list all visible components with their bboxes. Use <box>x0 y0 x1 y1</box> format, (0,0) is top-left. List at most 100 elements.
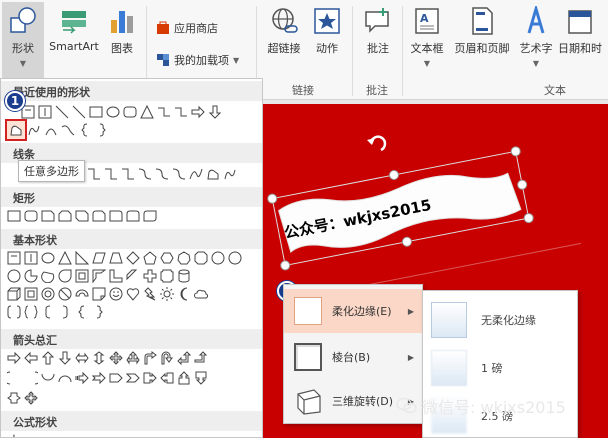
snip-round-rect-icon[interactable] <box>92 209 106 223</box>
scribble-line-icon[interactable] <box>223 167 237 181</box>
double-bracket-icon[interactable] <box>7 305 21 319</box>
triangle-basic-icon[interactable] <box>58 251 72 265</box>
hyperlink-button[interactable]: 超链接 <box>262 6 306 56</box>
sun-icon[interactable] <box>160 287 174 301</box>
plaque-icon[interactable] <box>160 269 174 283</box>
my-addins-button[interactable]: 我的加载项 ▼ <box>156 52 239 68</box>
arrow-left-right-up-icon[interactable] <box>126 351 140 365</box>
textbox-basic-icon[interactable] <box>7 251 21 265</box>
callout-left-arrow-icon[interactable] <box>160 371 174 385</box>
chart-button[interactable]: 图表 <box>104 6 140 56</box>
curved-double-arrow-icon[interactable] <box>172 167 186 181</box>
half-frame-icon[interactable] <box>92 269 106 283</box>
rectangle-shape-icon[interactable] <box>89 105 103 119</box>
arrow-right-icon[interactable] <box>7 351 21 365</box>
round-diagonal-rect-icon[interactable] <box>143 209 157 223</box>
cube-icon[interactable] <box>7 287 21 301</box>
chevron-arrow-icon[interactable] <box>126 371 140 385</box>
cross-icon[interactable] <box>143 269 157 283</box>
soft-edges-menu-item[interactable]: 柔化边缘(E) ▶ <box>284 289 422 333</box>
callout-quad-arrow-icon[interactable] <box>24 391 38 405</box>
snip-same-side-rect-icon[interactable] <box>58 209 72 223</box>
down-arrow-shape-icon[interactable] <box>208 105 222 119</box>
diamond-icon[interactable] <box>126 251 140 265</box>
bevel-menu-item[interactable]: 棱台(B) ▶ <box>284 335 422 379</box>
plus-sign-icon[interactable]: + <box>7 433 21 438</box>
arrow-up-icon[interactable] <box>41 351 55 365</box>
datetime-button[interactable]: 日期和时 <box>558 6 608 56</box>
diagonal-stripe-icon[interactable] <box>126 269 140 283</box>
callout-down-arrow-icon[interactable] <box>194 371 208 385</box>
arrow-line-shape-icon[interactable] <box>72 105 86 119</box>
arrow-curved-right-icon[interactable] <box>7 371 21 385</box>
arrow-up-down-icon[interactable] <box>92 351 106 365</box>
comment-button[interactable]: 批注 <box>358 6 398 56</box>
left-brace-shape-icon[interactable] <box>78 123 92 137</box>
cloud-icon[interactable] <box>194 287 208 301</box>
elbow-connector-shape-icon[interactable] <box>157 105 171 119</box>
action-button[interactable]: 动作 <box>308 6 346 56</box>
double-brace-icon[interactable] <box>24 305 38 319</box>
donut-icon[interactable] <box>41 287 55 301</box>
hexagon-icon[interactable] <box>160 251 174 265</box>
freeform-polygon-button[interactable] <box>5 119 27 141</box>
vertical-textbox-basic-icon[interactable] <box>24 251 38 265</box>
curved-connector-icon[interactable] <box>138 167 152 181</box>
curve-shape-icon[interactable] <box>61 123 75 137</box>
dodecagon-number-icon[interactable] <box>7 269 21 283</box>
arrow-striped-right-icon[interactable] <box>75 371 89 385</box>
folded-corner-icon[interactable] <box>92 287 106 301</box>
elbow-arrow-shape-icon[interactable] <box>174 105 188 119</box>
smartart-button[interactable]: SmartArt <box>46 6 102 53</box>
pentagon-arrow-icon[interactable] <box>109 371 123 385</box>
no-symbol-icon[interactable] <box>58 287 72 301</box>
rect-icon[interactable] <box>7 209 21 223</box>
freeform-scribble-shape-icon[interactable] <box>27 123 41 137</box>
curved-arrow-connector-icon[interactable] <box>155 167 169 181</box>
dodecagon-icon[interactable] <box>228 251 242 265</box>
textbox-button[interactable]: A 文本框 ▼ <box>406 6 448 69</box>
arrow-u-turn-icon[interactable] <box>160 351 174 365</box>
elbow-double-arrow-icon[interactable] <box>121 167 135 181</box>
header-footer-button[interactable]: 页眉和页脚 <box>450 6 514 56</box>
callout-right-arrow-icon[interactable] <box>143 371 157 385</box>
oval-basic-icon[interactable] <box>41 251 55 265</box>
heart-icon[interactable] <box>126 287 140 301</box>
arrow-quad-icon[interactable] <box>109 351 123 365</box>
round-same-side-rect-icon[interactable] <box>126 209 140 223</box>
arrow-curved-up-icon[interactable] <box>41 371 55 385</box>
arrow-bent-up-icon[interactable] <box>194 351 208 365</box>
arrow-curved-down-icon[interactable] <box>58 371 72 385</box>
frame-icon[interactable] <box>75 269 89 283</box>
elbow-arrow-connector-icon[interactable] <box>104 167 118 181</box>
line-shape-icon[interactable] <box>55 105 69 119</box>
pentagon-icon[interactable] <box>143 251 157 265</box>
soft-edge-1pt-option[interactable]: 1 磅 <box>423 343 577 393</box>
bevel-icon[interactable] <box>24 287 38 301</box>
arrow-down-icon[interactable] <box>58 351 72 365</box>
arc-shape-icon[interactable] <box>44 123 58 137</box>
right-triangle-icon[interactable] <box>75 251 89 265</box>
left-bracket-icon[interactable] <box>41 305 55 319</box>
moon-icon[interactable] <box>177 287 191 301</box>
lightning-bolt-icon[interactable] <box>143 287 157 301</box>
teardrop-icon[interactable] <box>58 269 72 283</box>
no-soft-edges-option[interactable]: 无柔化边缘 <box>423 295 577 345</box>
can-icon[interactable] <box>177 269 191 283</box>
oval-shape-icon[interactable] <box>106 105 120 119</box>
snip-diagonal-rect-icon[interactable] <box>75 209 89 223</box>
smiley-face-icon[interactable] <box>109 287 123 301</box>
right-brace-basic-icon[interactable] <box>92 305 106 319</box>
right-brace-shape-icon[interactable] <box>95 123 109 137</box>
vertical-text-shape-icon[interactable] <box>38 105 52 119</box>
parallelogram-icon[interactable] <box>92 251 106 265</box>
chord-icon[interactable] <box>41 269 55 283</box>
app-store-button[interactable]: 应用商店 <box>156 20 218 36</box>
shapes-button[interactable]: 形状 ▼ <box>2 2 44 78</box>
right-arrow-shape-icon[interactable] <box>191 105 205 119</box>
left-brace-basic-icon[interactable] <box>75 305 89 319</box>
heptagon-icon[interactable] <box>177 251 191 265</box>
round-single-corner-rect-icon[interactable] <box>109 209 123 223</box>
callout-up-arrow-icon[interactable] <box>177 371 191 385</box>
wordart-button[interactable]: 艺术字 ▼ <box>516 6 556 69</box>
